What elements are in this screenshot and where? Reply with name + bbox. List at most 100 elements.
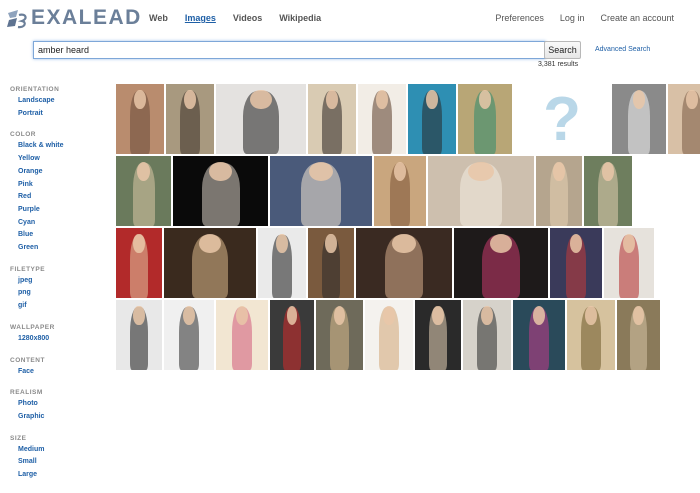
- image-thumbnail[interactable]: [258, 228, 306, 298]
- image-row: [116, 156, 674, 226]
- facet-title: CONTENT: [10, 356, 45, 364]
- image-thumbnail[interactable]: [550, 228, 602, 298]
- image-row: [116, 228, 674, 298]
- image-thumbnail[interactable]: [116, 156, 171, 226]
- image-thumbnail[interactable]: [617, 300, 660, 370]
- image-thumbnail[interactable]: [513, 300, 565, 370]
- facet-item-large[interactable]: Large: [18, 469, 64, 482]
- image-thumbnail[interactable]: [415, 300, 461, 370]
- facet-wallpaper: WALLPAPER 1280x800: [10, 324, 64, 346]
- search-input[interactable]: [33, 41, 546, 59]
- facet-item-yellow[interactable]: Yellow: [18, 153, 64, 166]
- facet-orientation: ORIENTATION Landscape Portrait: [10, 86, 64, 120]
- facet-item-portrait[interactable]: Portrait: [18, 108, 64, 121]
- image-thumbnail[interactable]: [164, 228, 256, 298]
- facet-item-blue[interactable]: Blue: [18, 229, 64, 242]
- thumbnail-face: [585, 305, 597, 326]
- image-thumbnail[interactable]: [173, 156, 268, 226]
- thumbnail-face: [209, 161, 232, 182]
- image-thumbnail[interactable]: [536, 156, 582, 226]
- image-thumbnail[interactable]: [458, 84, 512, 154]
- facet-item-photo[interactable]: Photo: [18, 398, 64, 411]
- image-thumbnail[interactable]: [116, 228, 162, 298]
- image-thumbnail[interactable]: [365, 300, 413, 370]
- image-thumbnail[interactable]: [604, 228, 654, 298]
- missing-image-placeholder[interactable]: ?: [514, 84, 610, 154]
- facet-item-jpeg[interactable]: jpeg: [18, 275, 64, 288]
- image-thumbnail[interactable]: [428, 156, 534, 226]
- image-thumbnail[interactable]: [116, 300, 162, 370]
- thumbnail-face: [468, 161, 494, 182]
- thumbnail-face: [198, 233, 222, 254]
- thumbnail-face: [553, 161, 565, 182]
- facet-item-pink[interactable]: Pink: [18, 179, 64, 192]
- image-thumbnail[interactable]: [408, 84, 456, 154]
- facet-item-graphic[interactable]: Graphic: [18, 411, 64, 424]
- facet-title: SIZE: [10, 434, 27, 442]
- nav-wikipedia[interactable]: Wikipedia: [279, 13, 321, 23]
- facet-item-green[interactable]: Green: [18, 242, 64, 255]
- image-thumbnail[interactable]: [463, 300, 511, 370]
- facet-item-purple[interactable]: Purple: [18, 204, 64, 217]
- preferences-link[interactable]: Preferences: [495, 13, 544, 23]
- logo-text: EXALEAD: [31, 6, 142, 29]
- image-thumbnail[interactable]: [567, 300, 615, 370]
- nav-images[interactable]: Images: [185, 13, 216, 23]
- image-thumbnail[interactable]: [308, 228, 354, 298]
- image-thumbnail[interactable]: [270, 300, 314, 370]
- image-thumbnail[interactable]: [116, 84, 164, 154]
- thumbnail-face: [392, 233, 416, 254]
- thumbnail-face: [134, 89, 146, 110]
- advanced-search-link[interactable]: Advanced Search: [595, 46, 650, 53]
- image-thumbnail[interactable]: [356, 228, 452, 298]
- image-thumbnail[interactable]: [454, 228, 548, 298]
- facet-item-1280x800[interactable]: 1280x800: [18, 333, 64, 346]
- thumbnail-face: [184, 89, 196, 110]
- facet-title: ORIENTATION: [10, 86, 60, 93]
- facet-item-cyan[interactable]: Cyan: [18, 217, 64, 230]
- image-thumbnail[interactable]: [166, 84, 214, 154]
- image-thumbnail[interactable]: [164, 300, 214, 370]
- facet-item-small[interactable]: Small: [18, 456, 64, 469]
- thumbnail-face: [136, 161, 151, 182]
- image-thumbnail[interactable]: [216, 300, 268, 370]
- exalead-logo[interactable]: EXALEAD: [6, 6, 142, 30]
- image-thumbnail[interactable]: [584, 156, 632, 226]
- nav-videos[interactable]: Videos: [233, 13, 262, 23]
- thumbnail-face: [276, 233, 288, 254]
- image-thumbnail[interactable]: [316, 300, 363, 370]
- facet-title: COLOR: [10, 131, 36, 139]
- facet-item-face[interactable]: Face: [18, 366, 64, 379]
- thumbnail-face: [623, 233, 635, 254]
- facet-item-landscape[interactable]: Landscape: [18, 95, 64, 108]
- search-button[interactable]: Search: [544, 41, 581, 59]
- image-row: [116, 300, 674, 370]
- thumbnail-face: [376, 89, 388, 110]
- thumbnail-face: [325, 233, 337, 254]
- thumbnail-face: [686, 89, 698, 110]
- image-thumbnail[interactable]: [216, 84, 306, 154]
- facet-item-black-white[interactable]: Black & white: [18, 140, 64, 153]
- image-thumbnail[interactable]: [612, 84, 666, 154]
- image-thumbnail[interactable]: [270, 156, 372, 226]
- facet-item-gif[interactable]: gif: [18, 300, 64, 313]
- results-count: 3,381 results: [538, 61, 579, 68]
- facet-item-png[interactable]: png: [18, 287, 64, 300]
- facet-item-medium[interactable]: Medium: [18, 444, 64, 457]
- facet-item-red[interactable]: Red: [18, 191, 64, 204]
- image-thumbnail[interactable]: [358, 84, 406, 154]
- top-nav: Web Images Videos Wikipedia: [149, 13, 321, 23]
- thumbnail-face: [602, 161, 614, 182]
- login-link[interactable]: Log in: [560, 13, 585, 23]
- create-account-link[interactable]: Create an account: [600, 13, 674, 23]
- facet-color: COLOR Black & white Yellow Orange Pink Red Pur…: [10, 131, 64, 254]
- facet-item-orange[interactable]: Orange: [18, 166, 64, 179]
- facet-content: CONTENT Face: [10, 357, 64, 379]
- nav-web[interactable]: Web: [149, 13, 168, 23]
- image-thumbnail[interactable]: [374, 156, 426, 226]
- image-thumbnail[interactable]: [308, 84, 356, 154]
- image-thumbnail[interactable]: [668, 84, 700, 154]
- thumbnail-face: [133, 233, 145, 254]
- thumbnail-face: [426, 89, 438, 110]
- facet-realism: REALISM Photo Graphic: [10, 389, 64, 423]
